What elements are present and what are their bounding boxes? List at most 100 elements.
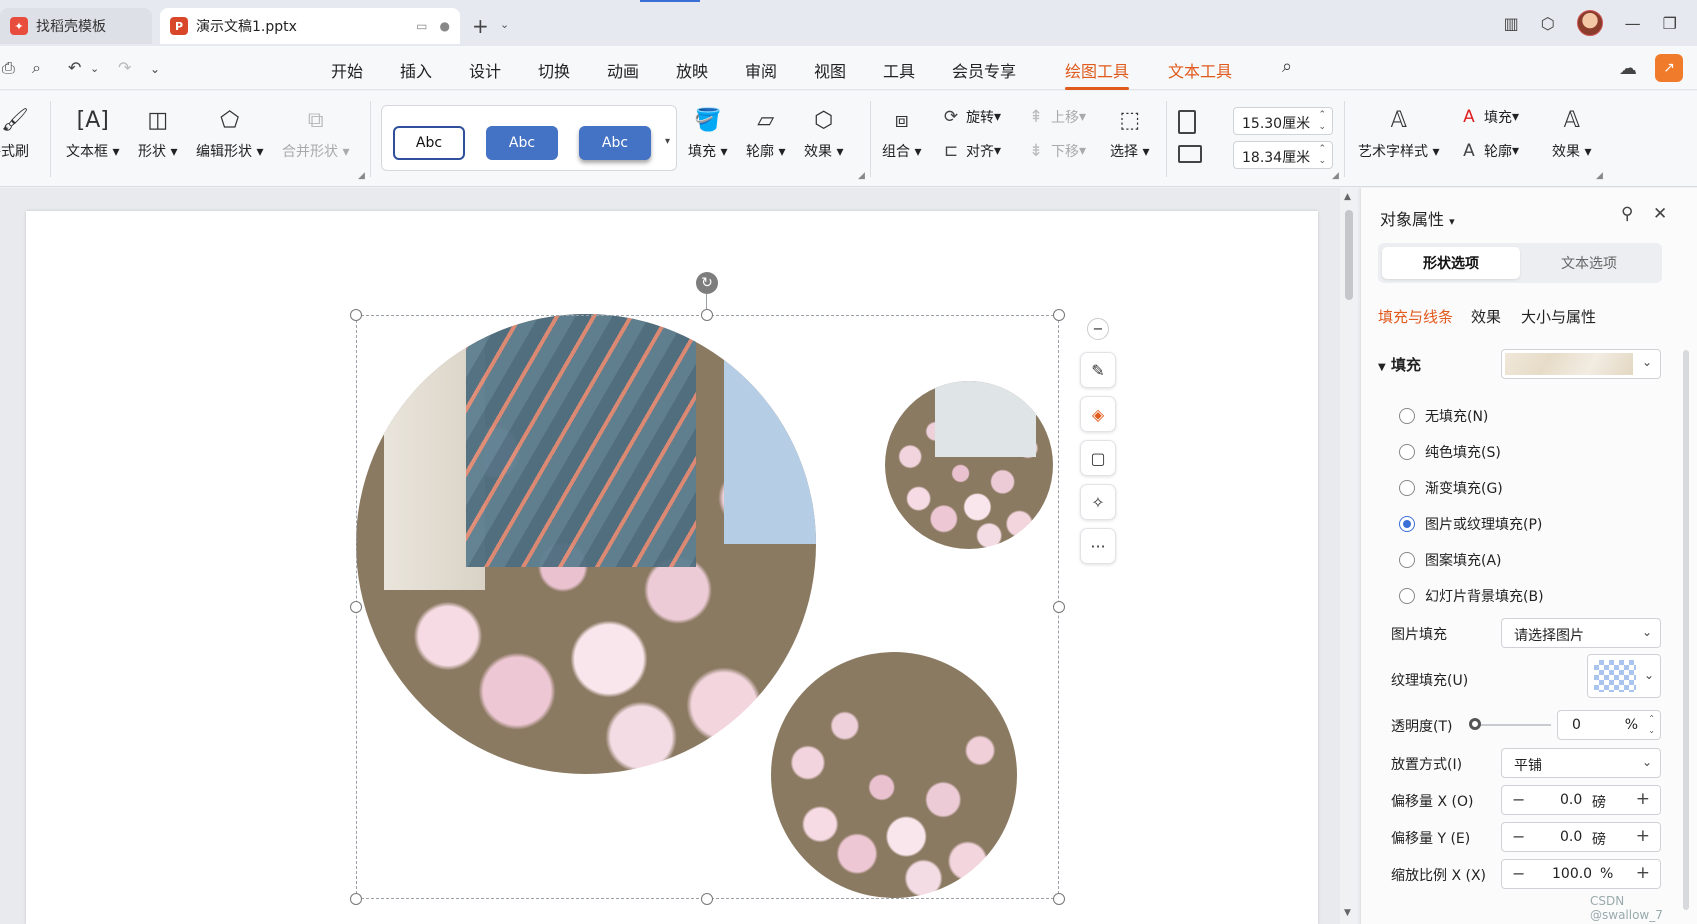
launcher-icon[interactable]: ◢	[858, 171, 865, 181]
pin-icon[interactable]: ⚲	[1621, 204, 1633, 224]
offset-x-stepper[interactable]: − 0.0 磅 +	[1501, 785, 1661, 815]
layout-icon[interactable]: ▥	[1504, 14, 1519, 33]
minimize-icon[interactable]: —	[1625, 14, 1641, 33]
undo-icon[interactable]: ↶	[68, 58, 81, 77]
style-preset-shadow[interactable]: Abc	[579, 126, 651, 160]
placement-select[interactable]: 平铺 ⌄	[1501, 748, 1661, 778]
style-preset-outline[interactable]: Abc	[393, 126, 465, 160]
resize-handle-w[interactable]	[350, 601, 362, 613]
tab-presentation[interactable]: P 演示文稿1.pptx ▭ ●	[160, 8, 460, 44]
menu-insert[interactable]: 插入	[400, 58, 432, 82]
menu-review[interactable]: 审阅	[745, 58, 777, 82]
fill-color-dropdown[interactable]: ⌄	[1501, 349, 1661, 379]
rotate-handle-icon[interactable]: ↻	[696, 272, 718, 294]
canvas-scrollbar[interactable]: ▲ ▼	[1340, 188, 1358, 924]
height-field[interactable]: 18.34厘米 ⌃ ⌄	[1233, 141, 1333, 169]
text-effect-button[interactable]: 𝔸 效果 ▾	[1552, 105, 1591, 161]
fill-button[interactable]: 🪣 填充 ▾	[688, 105, 727, 161]
transparency-input[interactable]: 0 % ⌃ ⌄	[1557, 710, 1661, 740]
edit-shape-button[interactable]: ⬠ 编辑形状 ▾	[196, 105, 263, 161]
magic-wand-icon[interactable]: ✧	[1080, 484, 1116, 520]
picture-fill-select[interactable]: 请选择图片 ⌄	[1501, 618, 1661, 648]
undo-dropdown-icon[interactable]: ⌄	[90, 62, 99, 75]
shape-button[interactable]: ◫ 形状 ▾	[138, 105, 177, 161]
radio-pattern-fill[interactable]: 图案填充(A)	[1399, 550, 1502, 570]
transparency-label: 透明度(T)	[1391, 719, 1453, 735]
selection-box[interactable]	[356, 315, 1059, 899]
collapse-minus-icon[interactable]: −	[1087, 318, 1109, 340]
resize-handle-s[interactable]	[701, 893, 713, 905]
menu-view[interactable]: 视图	[814, 58, 846, 82]
launcher-icon[interactable]: ◢	[1332, 171, 1339, 181]
panel-scrollbar[interactable]	[1683, 350, 1689, 910]
restore-icon[interactable]: ❐	[1663, 14, 1677, 33]
new-tab-icon[interactable]: +	[472, 14, 489, 38]
resize-handle-e[interactable]	[1053, 601, 1065, 613]
radio-gradient-fill[interactable]: 渐变填充(G)	[1399, 478, 1503, 498]
share-icon[interactable]: ↗	[1655, 54, 1683, 82]
text-outline-button[interactable]: A 轮廓 ▾	[1458, 141, 1519, 161]
width-field[interactable]: 15.30厘米 ⌃ ⌄	[1233, 107, 1333, 135]
style-preset-fill[interactable]: Abc	[486, 126, 558, 160]
radio-picture-fill[interactable]: 图片或纹理填充(P)	[1399, 514, 1542, 534]
align-button[interactable]: ⊏ 对齐 ▾	[940, 141, 1001, 161]
radio-solid-fill[interactable]: 纯色填充(S)	[1399, 442, 1501, 462]
pen-icon[interactable]: ✎	[1080, 352, 1116, 388]
text-fill-button[interactable]: A 填充 ▾	[1458, 107, 1519, 127]
scroll-thumb[interactable]	[1345, 210, 1353, 300]
menu-member[interactable]: 会员专享	[952, 58, 1016, 82]
menu-tools[interactable]: 工具	[883, 58, 915, 82]
resize-handle-se[interactable]	[1053, 893, 1065, 905]
textbox-button[interactable]: [A] 文本框 ▾	[66, 105, 119, 161]
menu-home[interactable]: 开始	[331, 58, 363, 82]
chevron-down-icon[interactable]: ⌄	[500, 18, 509, 31]
tab-shape-options[interactable]: 形状选项	[1382, 247, 1520, 279]
search-icon[interactable]: ⌕	[1282, 56, 1292, 77]
transparency-slider-knob[interactable]	[1469, 718, 1481, 730]
rotate-button[interactable]: ⟳ 旋转 ▾	[940, 107, 1001, 127]
resize-handle-sw[interactable]	[350, 893, 362, 905]
panel-title[interactable]: 对象属性 ▾	[1380, 206, 1455, 230]
monitor-icon[interactable]: ▭	[416, 19, 427, 33]
more-chevron-icon[interactable]: ⌄	[150, 62, 160, 76]
more-icon[interactable]: ···	[1080, 528, 1116, 564]
menu-text-tools[interactable]: 文本工具	[1168, 58, 1232, 82]
outline-button[interactable]: ▱ 轮廓 ▾	[746, 105, 785, 161]
resize-handle-ne[interactable]	[1053, 309, 1065, 321]
format-painter-button[interactable]: 🖌 格式刷	[0, 105, 30, 161]
select-button[interactable]: ⬚ 选择 ▾	[1110, 105, 1149, 161]
gallery-more-icon[interactable]: ▾	[665, 136, 670, 147]
resize-handle-nw[interactable]	[350, 309, 362, 321]
resize-handle-n[interactable]	[701, 309, 713, 321]
cube-icon[interactable]: ⬡	[1541, 14, 1555, 33]
menu-drawing-tools[interactable]: 绘图工具	[1065, 58, 1130, 90]
tab-template[interactable]: ✦ 找稻壳模板	[0, 8, 152, 44]
tab-text-options[interactable]: 文本选项	[1520, 247, 1658, 279]
radio-no-fill[interactable]: 无填充(N)	[1399, 406, 1488, 426]
avatar[interactable]	[1576, 10, 1603, 36]
menu-slideshow[interactable]: 放映	[676, 58, 708, 82]
print-icon[interactable]: ⎙	[2, 58, 15, 78]
menu-design[interactable]: 设计	[469, 58, 501, 82]
menu-transition[interactable]: 切换	[538, 58, 570, 82]
fill-section-header[interactable]: ▼ 填充	[1378, 354, 1421, 375]
launcher-icon[interactable]: ◢	[1596, 171, 1603, 181]
cloud-icon[interactable]: ☁	[1619, 58, 1637, 79]
effect-button[interactable]: ⬡ 效果 ▾	[804, 105, 843, 161]
subtab-fill-line[interactable]: 填充与线条	[1378, 306, 1453, 327]
group-button[interactable]: ⧈ 组合 ▾	[882, 105, 921, 161]
art-style-button[interactable]: 𝔸 艺术字样式 ▾	[1358, 105, 1439, 161]
fill-bucket-icon[interactable]: ◈	[1080, 396, 1116, 432]
outline-frame-icon[interactable]: ▢	[1080, 440, 1116, 476]
menu-animation[interactable]: 动画	[607, 58, 639, 82]
transparency-slider[interactable]	[1471, 724, 1551, 726]
offset-y-stepper[interactable]: − 0.0 磅 +	[1501, 822, 1661, 852]
close-icon[interactable]: ✕	[1653, 204, 1667, 224]
print-preview-icon[interactable]: ⌕	[32, 58, 41, 78]
subtab-size-props[interactable]: 大小与属性	[1521, 306, 1596, 327]
texture-fill-picker[interactable]: ⌄	[1587, 654, 1661, 698]
scale-x-stepper[interactable]: − 100.0 % +	[1501, 859, 1661, 889]
radio-slide-bg-fill[interactable]: 幻灯片背景填充(B)	[1399, 586, 1544, 606]
launcher-icon[interactable]: ◢	[358, 171, 365, 181]
subtab-effect[interactable]: 效果	[1471, 306, 1501, 327]
